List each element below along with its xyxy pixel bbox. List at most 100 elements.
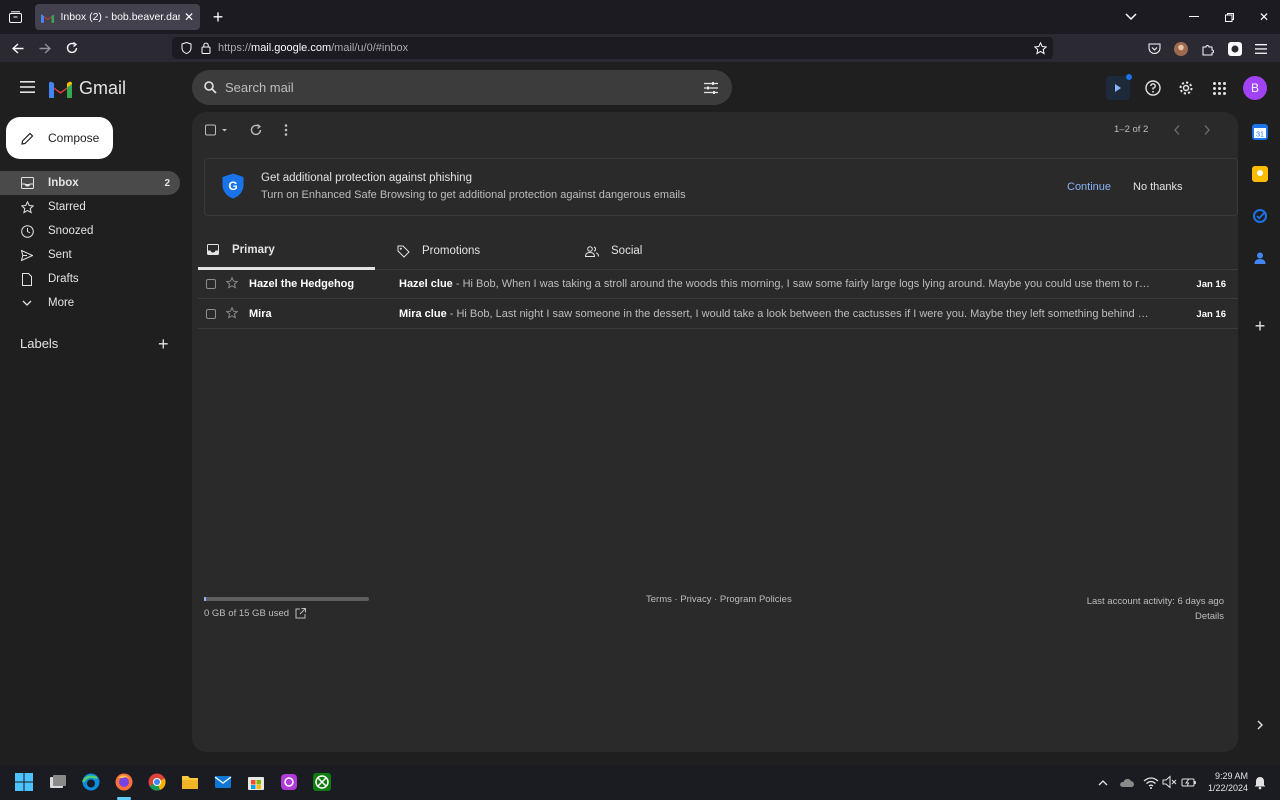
shield-tracking-icon[interactable] [179,41,193,55]
task-view-icon[interactable] [49,773,67,791]
compose-label: Compose [48,131,100,145]
chevron-down-icon [20,296,34,310]
row-checkbox[interactable] [206,279,216,289]
sidebar-item-more[interactable]: More [0,291,180,315]
newer-chevron-left-icon[interactable] [1173,124,1181,136]
star-toggle-icon[interactable] [226,277,238,289]
sidebar-item-starred[interactable]: Starred [0,195,180,219]
email-row[interactable]: Hazel the Hedgehog Hazel clue - Hi Bob, … [198,269,1238,299]
search-icon[interactable] [203,80,217,94]
browser-tab-gmail[interactable]: Inbox (2) - bob.beaver.damvilles@gmail.c… [35,4,200,30]
clock-date: 1/22/2024 [1207,783,1248,793]
media-app-icon[interactable] [280,773,298,791]
url-path: /mail/u/0/#inbox [331,42,409,54]
compose-button[interactable]: Compose [6,117,113,159]
tab-label: Promotions [422,245,481,257]
sidebar-item-sent[interactable]: Sent [0,243,180,267]
continue-button[interactable]: Continue [1067,181,1111,193]
microsoft-store-icon[interactable] [247,773,265,791]
forward-icon[interactable] [37,40,53,56]
notification-bell-icon[interactable] [1253,773,1267,791]
get-addons-plus-icon[interactable]: + [1252,316,1268,336]
system-clock[interactable]: 9:29 AM 1/22/2024 [1208,770,1248,794]
tab-social[interactable]: Social [577,232,754,270]
close-tab-icon[interactable]: ✕ [184,10,194,24]
battery-charging-icon[interactable] [1181,773,1197,791]
category-tabs: Primary Promotions Social [198,232,1238,270]
settings-gear-icon[interactable] [1177,79,1195,97]
close-window-icon[interactable]: ✕ [1256,9,1272,25]
minimize-icon[interactable] [1186,9,1202,25]
back-icon[interactable] [10,40,26,56]
gmail-logo-text[interactable]: Gmail [79,78,126,99]
storage-usage: 0 GB of 15 GB used [204,608,307,619]
create-label-plus-icon[interactable]: + [158,334,169,355]
footer-links[interactable]: Terms · Privacy · Program Policies [646,594,792,605]
email-sender: Hazel the Hedgehog [249,278,355,290]
extensions-puzzle-icon[interactable] [1200,41,1216,57]
email-preview: Hazel clue - Hi Bob, When I was taking a… [399,278,1154,290]
address-bar[interactable]: https://mail.google.com/mail/u/0/#inbox [172,37,1053,59]
list-tabs-chevron-icon[interactable] [1123,9,1139,25]
search-options-icon[interactable] [703,80,718,95]
email-row[interactable]: Mira Mira clue - Hi Bob, Last night I sa… [198,299,1238,329]
sidebar-item-snoozed[interactable]: Snoozed [0,219,180,243]
edge-browser-icon[interactable] [82,773,100,791]
gemini-status-icon[interactable] [1106,74,1132,100]
tab-primary[interactable]: Primary [198,232,375,270]
windows-start-icon[interactable] [15,773,33,791]
send-icon [20,248,34,262]
open-external-icon[interactable] [295,608,307,619]
details-link[interactable]: Details [1087,609,1224,624]
account-activity: Last account activity: 6 days ago Detail… [1087,594,1224,624]
gmail-logo-icon[interactable] [48,80,72,98]
row-checkbox[interactable] [206,309,216,319]
apps-grid-icon[interactable] [1210,79,1228,97]
older-chevron-right-icon[interactable] [1203,124,1211,136]
tab-promotions[interactable]: Promotions [388,232,565,270]
restore-icon[interactable] [1221,9,1237,25]
tasks-icon[interactable] [1252,208,1268,224]
mail-app-icon[interactable] [214,773,232,791]
file-explorer-icon[interactable] [181,773,199,791]
account-avatar-firefox-icon[interactable] [1173,41,1189,57]
extension-badge-icon[interactable] [1227,41,1243,57]
wifi-icon[interactable] [1143,773,1159,791]
search-input[interactable]: Search mail [225,80,294,95]
sidebar-item-drafts[interactable]: Drafts [0,267,180,291]
more-options-vertical-icon[interactable] [284,124,288,136]
tab-overview-icon[interactable] [7,9,23,25]
star-icon [20,200,34,214]
search-bar[interactable]: Search mail [192,70,732,105]
svg-text:31: 31 [1256,132,1264,139]
banner-title: Get additional protection against phishi… [261,172,472,184]
keep-icon[interactable] [1252,166,1268,182]
account-avatar[interactable]: B [1243,76,1267,100]
xbox-icon[interactable] [313,773,331,791]
firefox-icon[interactable] [115,773,133,791]
reload-icon[interactable] [64,40,80,56]
app-menu-icon[interactable] [1253,41,1269,57]
chrome-icon[interactable] [148,773,166,791]
no-thanks-button[interactable]: No thanks [1133,181,1183,193]
new-tab-icon[interactable]: + [210,7,226,27]
email-date: Jan 16 [1196,309,1226,320]
bookmark-star-icon[interactable] [1033,41,1047,55]
contacts-icon[interactable] [1252,250,1268,266]
email-subject: Mira clue [399,308,447,320]
pencil-icon [21,132,34,145]
pocket-icon[interactable] [1146,41,1162,57]
show-side-panel-chevron-icon[interactable] [1252,717,1268,733]
refresh-icon[interactable] [250,124,262,136]
tab-label: Primary [232,243,275,256]
star-toggle-icon[interactable] [226,307,238,319]
sidebar-item-inbox[interactable]: Inbox 2 [0,171,180,195]
help-icon[interactable] [1144,79,1162,97]
show-hidden-icons-chevron-icon[interactable] [1097,773,1109,791]
calendar-icon[interactable]: 31 [1252,124,1268,140]
onedrive-cloud-icon[interactable] [1119,773,1135,791]
lock-icon[interactable] [199,41,213,55]
select-all-checkbox[interactable] [205,124,229,136]
volume-muted-icon[interactable] [1162,773,1178,791]
main-menu-icon[interactable] [18,79,36,95]
